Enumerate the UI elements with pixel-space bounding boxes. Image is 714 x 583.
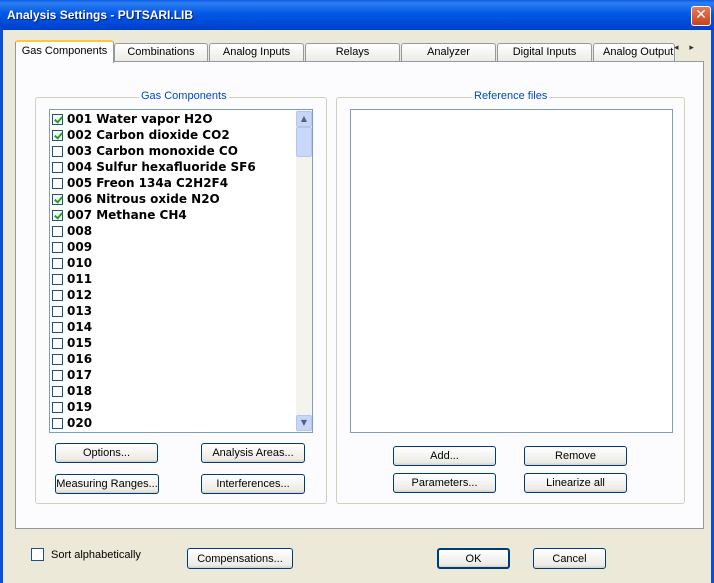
list-item-label: 012 [67, 288, 93, 302]
list-item-checkbox[interactable] [52, 145, 63, 157]
list-item-checkbox[interactable] [52, 225, 63, 237]
list-item-checkbox[interactable] [52, 353, 63, 365]
list-item-label: 007 Methane CH4 [67, 208, 187, 222]
tab-digital-inputs[interactable]: Digital Inputs [497, 43, 592, 61]
list-item-label: 005 Freon 134a C2H2F4 [67, 176, 229, 190]
list-item-checkbox[interactable] [52, 161, 63, 173]
list-item[interactable]: 017 [52, 367, 92, 383]
list-item[interactable]: 009 [52, 239, 92, 255]
ok-button[interactable]: OK [437, 548, 510, 569]
reference-files-list[interactable] [350, 109, 673, 433]
tab-gas-components[interactable]: Gas Components [15, 40, 114, 63]
interferences-button[interactable]: Interferences... [201, 474, 305, 494]
list-item-label: 017 [67, 368, 93, 382]
list-item[interactable]: 001 Water vapor H2O [52, 111, 213, 127]
list-item-checkbox[interactable] [52, 257, 63, 269]
tab-analog-inputs[interactable]: Analog Inputs [209, 43, 304, 61]
list-item-label: 020 [67, 416, 93, 430]
sort-alphabetically-option[interactable]: Sort alphabetically [31, 548, 141, 561]
compensations-button[interactable]: Compensations... [187, 548, 293, 569]
gas-components-group-label: Gas Components [139, 90, 229, 102]
list-item[interactable]: 012 [52, 287, 92, 303]
list-item-label: 006 Nitrous oxide N2O [67, 192, 220, 206]
tab-scroll-arrows-icon[interactable]: ◂ ▸ [674, 43, 704, 58]
gas-components-group: Gas Components 020 019 018 017 016 015 014 013 0… [35, 90, 327, 504]
reference-files-group-label: Reference files [472, 90, 550, 102]
list-item[interactable]: 020 [52, 415, 92, 431]
list-item[interactable]: 016 [52, 351, 92, 367]
list-item-checkbox[interactable] [52, 193, 63, 205]
scroll-down-icon[interactable]: ▼ [296, 415, 312, 431]
analysis-areas-button[interactable]: Analysis Areas... [201, 443, 305, 463]
list-item[interactable]: 015 [52, 335, 92, 351]
list-item[interactable]: 003 Carbon monoxide CO [52, 143, 238, 159]
tab-analog-output[interactable]: Analog Output [593, 43, 675, 61]
list-item-checkbox[interactable] [52, 209, 63, 221]
scroll-thumb[interactable] [296, 127, 312, 157]
tab-analyzer[interactable]: Analyzer [401, 43, 496, 61]
cancel-button[interactable]: Cancel [533, 548, 606, 569]
list-item[interactable]: 010 [52, 255, 92, 271]
list-item-label: 004 Sulfur hexafluoride SF6 [67, 160, 256, 174]
list-item-label: 015 [67, 336, 93, 350]
list-item-label: 018 [67, 384, 93, 398]
list-item-checkbox[interactable] [52, 241, 63, 253]
list-item-label: 011 [67, 272, 93, 286]
list-item[interactable]: 019 [52, 399, 92, 415]
measuring-ranges-button[interactable]: Measuring Ranges... [55, 474, 159, 494]
list-item[interactable]: 018 [52, 383, 92, 399]
gas-components-list[interactable]: 020 019 018 017 016 015 014 013 012 011 010 009 008 0… [49, 109, 313, 433]
parameters-button[interactable]: Parameters... [393, 473, 496, 493]
add-button[interactable]: Add... [393, 446, 496, 466]
reference-files-group: Reference files Add... Remove Parameters… [336, 90, 685, 504]
remove-button[interactable]: Remove [524, 446, 627, 466]
list-item-label: 014 [67, 320, 93, 334]
list-item[interactable]: 014 [52, 319, 92, 335]
list-item-checkbox[interactable] [52, 305, 63, 317]
list-item-label: 009 [67, 240, 93, 254]
tab-panel: Gas Components 020 019 018 017 016 015 014 013 0… [15, 61, 704, 529]
list-item-checkbox[interactable] [52, 417, 63, 429]
sort-alphabetically-label: Sort alphabetically [51, 548, 141, 561]
list-item-checkbox[interactable] [52, 177, 63, 189]
sort-alphabetically-checkbox[interactable] [31, 548, 44, 561]
close-button[interactable]: ✕ [691, 6, 711, 26]
list-item-label: 010 [67, 256, 93, 270]
list-item[interactable]: 008 [52, 223, 92, 239]
list-item-checkbox[interactable] [52, 337, 63, 349]
list-item[interactable]: 004 Sulfur hexafluoride SF6 [52, 159, 256, 175]
list-item-label: 016 [67, 352, 93, 366]
list-item-label: 002 Carbon dioxide CO2 [67, 128, 230, 142]
window-frame-left [0, 30, 3, 583]
list-scrollbar[interactable]: ▲ ▼ [296, 110, 312, 432]
scroll-up-icon[interactable]: ▲ [296, 111, 312, 127]
list-item-label: 013 [67, 304, 93, 318]
title-bar[interactable]: Analysis Settings - PUTSARI.LIB ✕ [0, 0, 714, 30]
list-item[interactable]: 013 [52, 303, 92, 319]
list-item-label: 019 [67, 400, 93, 414]
list-item-checkbox[interactable] [52, 321, 63, 333]
analysis-settings-dialog: Analysis Settings - PUTSARI.LIB ✕ Gas Co… [0, 0, 714, 583]
linearize-all-button[interactable]: Linearize all [524, 473, 627, 493]
list-item-label: 003 Carbon monoxide CO [67, 144, 238, 158]
list-item[interactable]: 007 Methane CH4 [52, 207, 187, 223]
list-item[interactable]: 006 Nitrous oxide N2O [52, 191, 220, 207]
window-title: Analysis Settings - PUTSARI.LIB [7, 8, 194, 22]
list-item[interactable]: 005 Freon 134a C2H2F4 [52, 175, 228, 191]
list-item-checkbox[interactable] [52, 129, 63, 141]
options-button[interactable]: Options... [55, 443, 158, 463]
list-item-checkbox[interactable] [52, 385, 63, 397]
list-item-label: 008 [67, 224, 93, 238]
list-item[interactable]: 002 Carbon dioxide CO2 [52, 127, 230, 143]
list-item-checkbox[interactable] [52, 273, 63, 285]
tab-combinations[interactable]: Combinations [114, 43, 208, 61]
tab-relays[interactable]: Relays [305, 43, 400, 61]
list-item-label: 001 Water vapor H2O [67, 112, 213, 126]
list-item-checkbox[interactable] [52, 289, 63, 301]
list-item-checkbox[interactable] [52, 401, 63, 413]
list-item-checkbox[interactable] [52, 369, 63, 381]
list-item[interactable]: 011 [52, 271, 92, 287]
list-item-checkbox[interactable] [52, 113, 63, 125]
